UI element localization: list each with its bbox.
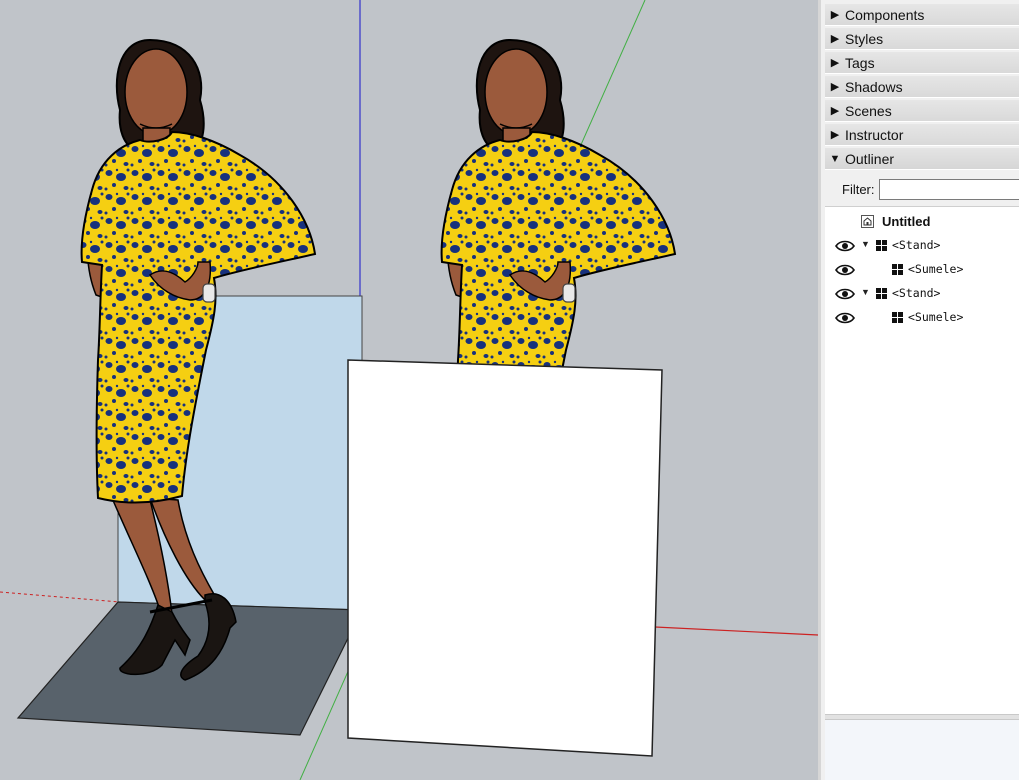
panel-title: Outliner [845, 150, 895, 167]
scene-canvas[interactable] [0, 0, 818, 780]
triangle-down-icon: ▼ [829, 152, 841, 165]
panel-title: Scenes [845, 102, 892, 119]
house-icon [861, 215, 874, 228]
triangle-right-icon: ▶ [830, 9, 840, 21]
outliner-row-stand[interactable]: ▼ <Stand> [825, 283, 1019, 305]
component-icon [892, 264, 903, 275]
eye-icon[interactable] [835, 287, 855, 301]
outliner-label: <Stand> [892, 286, 941, 300]
stand-board-white[interactable] [347, 359, 663, 757]
outliner-label: Untitled [882, 214, 931, 229]
triangle-right-icon: ▶ [830, 129, 840, 141]
panel-tags[interactable]: ▶ Tags [825, 52, 1019, 74]
outliner-row-sumele[interactable]: <Sumele> [825, 307, 1019, 329]
panel-instructor[interactable]: ▶ Instructor [825, 124, 1019, 146]
panel-title: Styles [845, 30, 884, 47]
outliner-row-sumele[interactable]: <Sumele> [825, 259, 1019, 281]
triangle-down-icon[interactable]: ▼ [861, 239, 870, 249]
filter-input[interactable] [878, 178, 1019, 200]
default-tray: ▶ Components ▶ Styles ▶ Tags ▶ Shadows ▶ Scen… [818, 0, 1019, 780]
component-icon [876, 288, 887, 299]
eye-icon[interactable] [835, 263, 855, 277]
outliner-row-stand[interactable]: ▼ <Stand> [825, 235, 1019, 257]
triangle-down-icon[interactable]: ▼ [861, 287, 870, 297]
panel-title: Components [845, 6, 925, 23]
eye-icon[interactable] [835, 239, 855, 253]
outliner-filter-row: Filter: [825, 176, 1019, 202]
panel-shadows[interactable]: ▶ Shadows [825, 76, 1019, 98]
panel-components[interactable]: ▶ Components [825, 4, 1019, 26]
panel-title: Tags [845, 54, 875, 71]
tray-bottom-area [825, 720, 1019, 780]
panel-styles[interactable]: ▶ Styles [825, 28, 1019, 50]
3d-viewport[interactable] [0, 0, 818, 780]
eye-icon[interactable] [835, 311, 855, 325]
panel-title: Instructor [845, 126, 904, 143]
triangle-right-icon: ▶ [830, 57, 840, 69]
filter-label: Filter: [842, 181, 875, 197]
component-icon [892, 312, 903, 323]
outliner-label: <Sumele> [908, 262, 964, 276]
outliner-row-model[interactable]: Untitled [825, 211, 1019, 233]
outliner-label: <Sumele> [908, 310, 964, 324]
triangle-right-icon: ▶ [830, 81, 840, 93]
panel-title: Shadows [845, 78, 903, 95]
component-icon [876, 240, 887, 251]
red-axis [654, 626, 818, 636]
panel-outliner[interactable]: ▼ Outliner [825, 148, 1019, 170]
red-axis-dashed [0, 591, 121, 603]
panel-scenes[interactable]: ▶ Scenes [825, 100, 1019, 122]
outliner-label: <Stand> [892, 238, 941, 252]
triangle-right-icon: ▶ [830, 105, 840, 117]
outliner-tree[interactable]: Untitled ▼ <Stand> <Sumele> ▼ <Stand> <S… [825, 206, 1019, 715]
triangle-right-icon: ▶ [830, 33, 840, 45]
